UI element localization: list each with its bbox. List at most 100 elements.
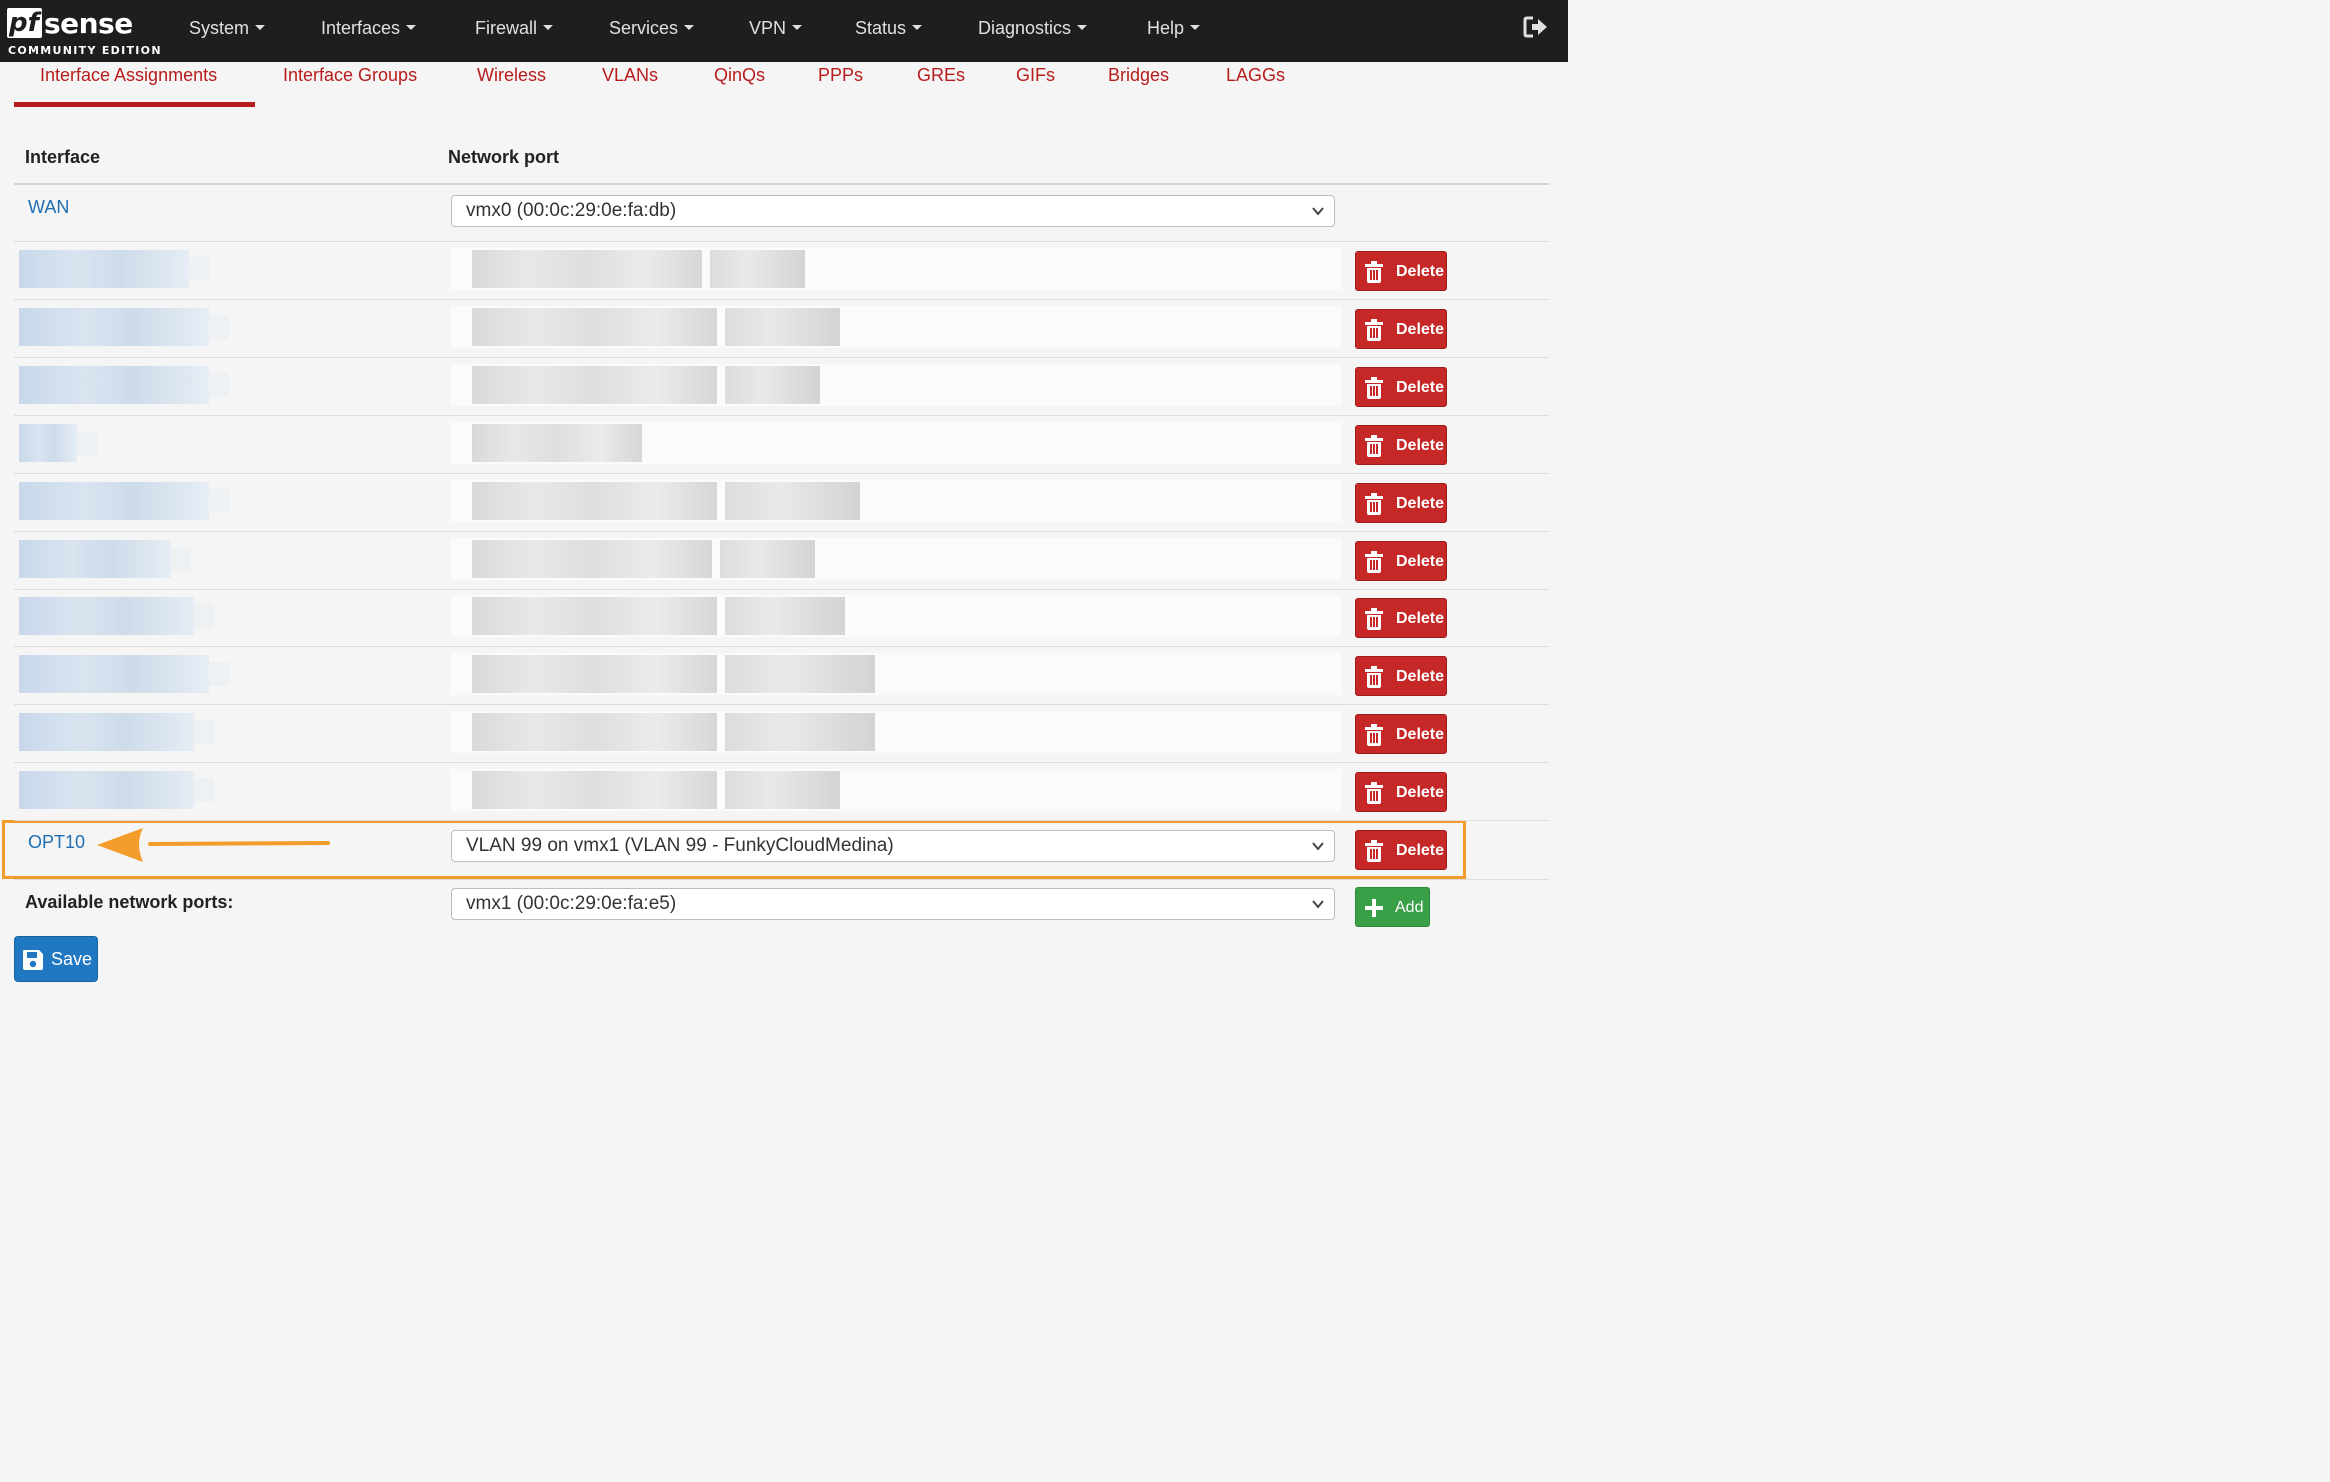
trash-icon [1365,435,1383,457]
delete-button[interactable]: Delete [1355,541,1447,581]
delete-label: Delete [1396,495,1445,512]
nav-menu-vpn[interactable]: VPN [749,14,803,42]
obscured-port-text [725,482,860,520]
obscured-port-text [472,308,717,346]
obscured-pixel-block [194,778,214,802]
delete-button[interactable]: Delete [1355,425,1447,465]
trash-icon [1365,551,1383,573]
caret-down-icon [684,24,695,30]
obscured-interface-name [19,713,194,751]
save-disk-icon [23,950,43,970]
delete-label: Delete [1396,668,1445,685]
obscured-port-text [725,713,875,751]
save-label: Save [51,949,93,969]
tab-vlans[interactable]: VLANs [602,62,658,92]
delete-label: Delete [1396,784,1445,801]
nav-menu-status[interactable]: Status [855,14,923,42]
trash-icon [1365,782,1383,804]
nav-menu-interfaces[interactable]: Interfaces [321,14,417,42]
row-divider [14,879,1549,880]
nav-menu-firewall[interactable]: Firewall [475,14,554,42]
nav-menu-system[interactable]: System [189,14,266,42]
obscured-interface-name [19,655,209,693]
wan-network-port-select[interactable]: vmx0 (00:0c:29:0e:fa:db) [451,195,1335,227]
plus-icon [1365,899,1383,917]
obscured-interface-name [19,597,194,635]
interface-link-wan[interactable]: WAN [28,197,69,218]
delete-button[interactable]: Delete [1355,772,1447,812]
obscured-assignment-row [14,475,1344,531]
row-divider [14,241,1549,242]
trash-icon [1365,377,1383,399]
delete-button[interactable]: Delete [1355,367,1447,407]
row-divider [14,589,1549,590]
chevron-down-icon [1312,207,1324,216]
delete-button[interactable]: Delete [1355,598,1447,638]
delete-label: Delete [1396,437,1445,454]
logo-edition-text: COMMUNITY EDITION [8,44,162,57]
delete-button[interactable]: Delete [1355,656,1447,696]
save-button[interactable]: Save [14,936,98,982]
delete-button[interactable]: Delete [1355,251,1447,291]
trash-icon [1365,608,1383,630]
row-divider [14,299,1549,300]
obscured-port-text [472,597,717,635]
nav-label: System [189,18,250,38]
obscured-port-text [472,540,712,578]
obscured-port-text [725,771,840,809]
delete-button[interactable]: Delete [1355,483,1447,523]
pfsense-logo[interactable]: pf sense COMMUNITY EDITION [7,4,161,59]
obscured-interface-name [19,308,209,346]
obscured-pixel-block [77,431,97,455]
column-header-network-port: Network port [448,147,560,167]
tab-bridges[interactable]: Bridges [1108,62,1169,92]
nav-label: Status [855,18,907,38]
available-ports-select[interactable]: vmx1 (00:0c:29:0e:fa:e5) [451,888,1335,920]
row-divider [14,531,1549,532]
caret-down-icon [912,24,923,30]
delete-label: Delete [1396,726,1445,743]
obscured-port-text [472,366,717,404]
delete-label: Delete [1396,263,1445,280]
delete-button[interactable]: Delete [1355,714,1447,754]
available-ports-label: Available network ports: [25,892,234,912]
caret-down-icon [255,24,266,30]
obscured-assignment-row [14,706,1344,762]
obscured-assignment-row [14,590,1344,646]
column-header-interface: Interface [25,147,101,167]
obscured-assignment-row [14,243,1344,299]
nav-label: VPN [749,18,787,38]
row-divider [14,762,1549,763]
delete-button[interactable]: Delete [1355,309,1447,349]
tab-ppps[interactable]: PPPs [818,62,863,92]
obscured-pixel-block [209,662,229,686]
obscured-pixel-block [194,604,214,628]
row-divider [14,357,1549,358]
tab-qinqs[interactable]: QinQs [714,62,765,92]
row-divider [14,415,1549,416]
tab-interface-groups[interactable]: Interface Groups [283,62,417,92]
nav-menu-diagnostics[interactable]: Diagnostics [978,14,1088,42]
tab-interface-assignments[interactable]: Interface Assignments [40,62,217,92]
obscured-assignment-row [14,301,1344,357]
logo-pf-text: pf [7,8,42,38]
header-divider [14,183,1549,185]
trash-icon [1365,261,1383,283]
obscured-port-text [472,713,717,751]
add-button[interactable]: Add [1355,887,1430,927]
nav-menu-help[interactable]: Help [1147,14,1201,42]
tab-gres[interactable]: GREs [917,62,965,92]
tab-gifs[interactable]: GIFs [1016,62,1055,92]
tab-wireless[interactable]: Wireless [477,62,546,92]
obscured-assignment-row [14,359,1344,415]
row-divider [14,704,1549,705]
obscured-interface-name [19,366,209,404]
obscured-port-text [472,482,717,520]
row-divider [14,646,1549,647]
obscured-assignment-row [14,533,1344,589]
obscured-pixel-block [171,547,191,571]
tab-laggs[interactable]: LAGGs [1226,62,1285,92]
nav-menu-services[interactable]: Services [609,14,695,42]
active-tab-indicator [14,102,255,107]
logout-icon[interactable] [1523,15,1549,39]
